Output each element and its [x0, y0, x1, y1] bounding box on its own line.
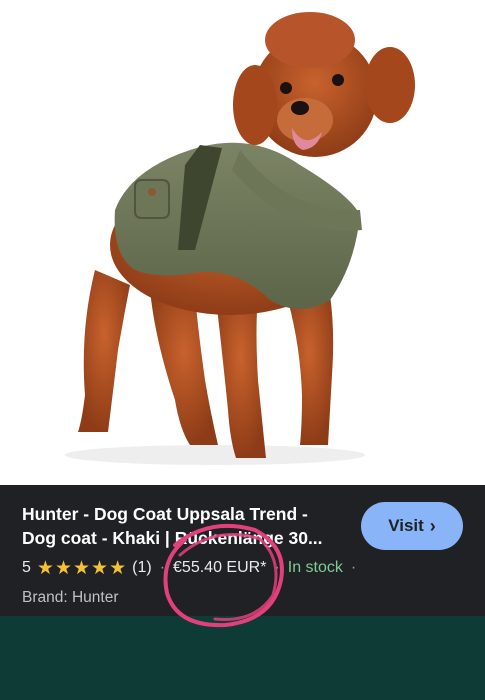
bottom-band: [0, 616, 485, 700]
rating-value: 5: [22, 559, 31, 576]
star-icon: ★: [109, 557, 127, 579]
star-icon: ★: [91, 557, 109, 579]
visit-button[interactable]: Visit ›: [361, 502, 463, 550]
dog-in-coat-illustration: [65, 12, 415, 465]
separator-dot: ·: [350, 559, 357, 576]
chevron-right-icon: ›: [429, 516, 436, 536]
review-count[interactable]: (1): [132, 559, 152, 577]
separator-dot: ·: [274, 559, 280, 576]
product-brand: Brand: Hunter: [22, 589, 119, 606]
product-info-panel: Hunter - Dog Coat Uppsala Trend - Dog co…: [0, 485, 485, 616]
visit-button-label: Visit: [388, 516, 424, 535]
product-image[interactable]: [0, 0, 485, 485]
star-icon: ★: [73, 557, 91, 579]
product-title-line-2: Dog coat - Khaki | Rückenlänge 30...: [22, 528, 323, 548]
product-title-line-1: Hunter - Dog Coat Uppsala Trend -: [22, 504, 308, 524]
product-price: €55.40 EUR*: [173, 559, 267, 576]
stock-status: In stock: [287, 559, 343, 576]
star-icon: ★: [36, 557, 54, 579]
rating-stars: ★ ★ ★ ★ ★: [37, 559, 126, 578]
product-meta-row: 5 ★ ★ ★ ★ ★ (1) · €55.40 EUR* · In stock…: [22, 557, 364, 579]
separator-dot: ·: [159, 559, 166, 576]
product-title[interactable]: Hunter - Dog Coat Uppsala Trend - Dog co…: [22, 502, 344, 550]
star-icon: ★: [54, 557, 72, 579]
